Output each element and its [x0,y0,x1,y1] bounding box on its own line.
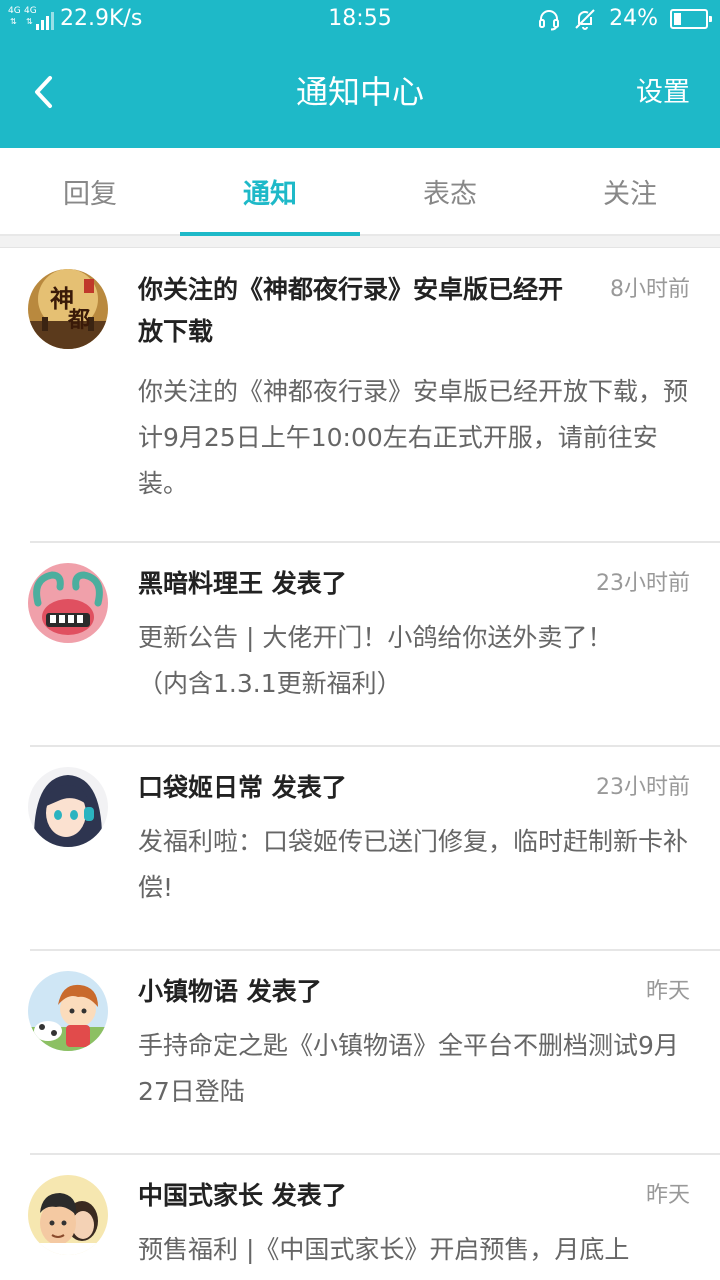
headset-icon [537,7,561,31]
page-title: 通知中心 [295,73,424,111]
notification-center-screen: 4G 4G ⇅ ⇅ 22.9K/s 18:55 24% 通知中心 设置 回复 通… [0,0,720,1280]
section-gap [0,236,720,248]
status-bar: 4G 4G ⇅ ⇅ 22.9K/s 18:55 24% [0,0,720,40]
notice-body: 手持命定之匙《小镇物语》全平台不删档测试9月27日登陆 [138,1031,679,1106]
battery-percent: 24% [609,6,658,31]
list-item[interactable]: 小镇物语 发表了 昨天 手持命定之匙《小镇物语》全平台不删档测试9月27日登陆 [0,951,720,1155]
notice-body: 你关注的《神都夜行录》安卓版已经开放下载，预计9月25日上午10:00左右正式开… [138,377,689,498]
app-header: 4G 4G ⇅ ⇅ 22.9K/s 18:55 24% 通知中心 设置 [0,0,720,148]
notice-time: 昨天 [645,979,690,1004]
notice-title: 你关注的《神都夜行录》安卓版已经开放下载 [138,275,564,346]
list-item[interactable]: 黑暗料理王 发表了 23小时前 更新公告 | 大佬开门！小鸽给你送外卖了！（内含… [0,543,720,747]
silent-bell-icon [573,7,597,31]
notice-title: 口袋姬日常 发表了 [138,773,347,802]
notice-body: 预售福利 |《中国式家长》开启预售，月底上 [138,1235,630,1264]
notice-title: 小镇物语 发表了 [138,977,322,1006]
battery-icon [670,9,712,29]
notice-time: 23小时前 [596,775,690,800]
tab-following[interactable]: 关注 [540,148,720,234]
title-bar: 通知中心 设置 [0,40,720,148]
battery-fill [674,13,681,25]
town-story-game-avatar[interactable] [28,971,108,1051]
settings-button[interactable]: 设置 [636,74,690,112]
list-item[interactable]: 口袋姬日常 发表了 23小时前 发福利啦：口袋姬传已送门修复，临时赶制新卡补偿! [0,747,720,951]
shendu-game-avatar[interactable]: 神 都 [28,269,108,349]
dark-chef-game-avatar[interactable] [28,563,108,643]
notice-time: 23小时前 [596,571,690,596]
pocket-princess-game-avatar[interactable] [28,767,108,847]
notice-title: 黑暗料理王 发表了 [138,569,347,598]
status-right: 24% [537,6,712,32]
notice-body: 更新公告 | 大佬开门！小鸽给你送外卖了！（内含1.3.1更新福利） [138,623,613,698]
notice-time: 昨天 [645,1183,690,1208]
notification-list: 神 都 你关注的《神都夜行录》安卓版已经开放下载 8小时前 你关注的《神都夜行录… [0,249,720,1280]
notice-title: 中国式家长 发表了 [138,1181,347,1210]
list-item[interactable]: 神 都 你关注的《神都夜行录》安卓版已经开放下载 8小时前 你关注的《神都夜行录… [0,249,720,543]
tab-notifications[interactable]: 通知 [180,148,360,236]
notice-time: 8小时前 [610,277,690,302]
chinese-parents-game-avatar[interactable] [28,1175,108,1255]
tab-reactions[interactable]: 表态 [360,148,540,234]
svg-text:都: 都 [67,307,90,333]
tab-bar: 回复 通知 表态 关注 [0,148,720,236]
notice-body: 发福利啦：口袋姬传已送门修复，临时赶制新卡补偿! [138,827,689,902]
tab-replies[interactable]: 回复 [0,148,180,234]
list-item[interactable]: 中国式家长 发表了 昨天 预售福利 |《中国式家长》开启预售，月底上 [0,1155,720,1280]
